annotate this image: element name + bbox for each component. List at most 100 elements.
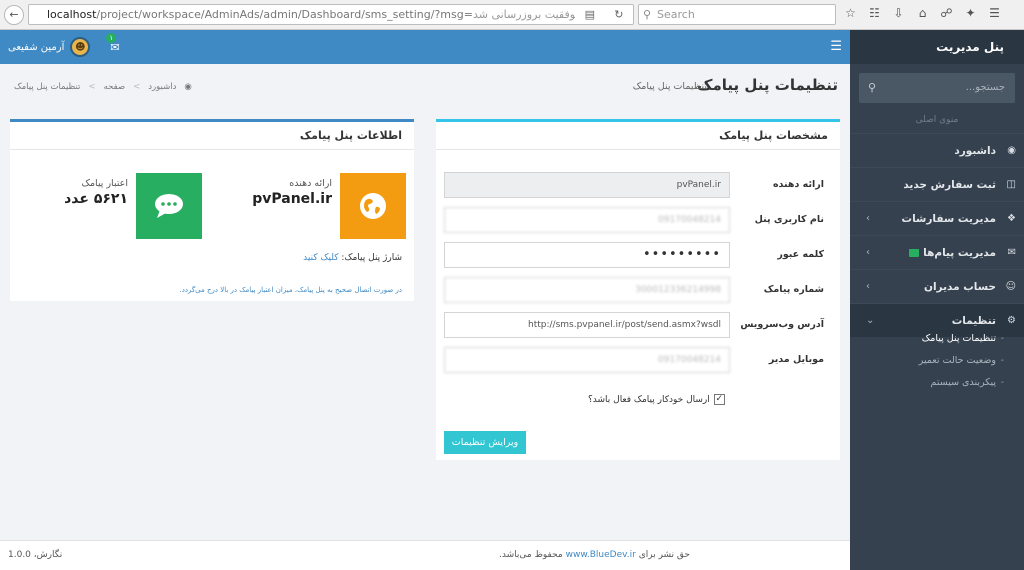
sms-number-field-row: شماره پیامک 300012336214998 xyxy=(444,277,832,303)
download-icon[interactable]: ⇩ xyxy=(890,5,907,22)
sidebar-search-input[interactable]: جستجو... ⚲ xyxy=(859,73,1015,103)
save-settings-button[interactable]: ویرایش تنظیمات xyxy=(444,431,526,454)
charge-link[interactable]: کلیک کنید xyxy=(303,253,338,263)
sidebar-search-placeholder: جستجو... xyxy=(965,82,1005,93)
provider-field: pvPanel.ir xyxy=(444,172,730,198)
sidebar-item-label: مدیریت سفارشات xyxy=(901,213,996,225)
sidebar-item-label: مدیریت پیام‌ها xyxy=(923,247,996,259)
sidebar-item-label: حساب مدیران xyxy=(923,281,996,293)
breadcrumb-separator: > xyxy=(133,82,141,92)
breadcrumb-item[interactable]: داشبورد xyxy=(148,82,176,92)
chevron-left-icon: › xyxy=(866,213,870,224)
sidebar-section-label: منوی اصلی xyxy=(915,115,959,125)
user-name: آرمین شفیعی xyxy=(8,41,65,53)
webservice-url-field[interactable]: http://sms.pvpanel.ir/post/send.asmx?wsd… xyxy=(444,312,730,338)
sidebar-item-dashboard[interactable]: ◉ داشبورد xyxy=(850,133,1024,167)
sidebar-subitem-label: تنظیمات پنل پیامک xyxy=(921,333,996,344)
panel-title: اطلاعات پنل پیامک xyxy=(10,122,414,150)
dashboard-icon: ◉ xyxy=(184,82,192,92)
bookmark-star-icon[interactable]: ☆ xyxy=(842,5,859,22)
search-icon: ⚲ xyxy=(643,8,652,21)
sidebar-subitem-sms-settings[interactable]: - تنظیمات پنل پیامک xyxy=(850,328,1024,350)
reading-list-icon[interactable]: ☷ xyxy=(866,5,883,22)
username-field[interactable]: 09170048214 xyxy=(444,207,730,233)
breadcrumb-item: تنظیمات پنل پیامک xyxy=(14,82,81,92)
provider-stat: ارائه دهنده pvPanel.ir xyxy=(224,173,406,239)
copyright: حق نشر برای www.BlueDev.ir محفوظ می‌باشد… xyxy=(499,541,690,569)
sms-number-field[interactable]: 300012336214998 xyxy=(444,277,730,303)
sidebar-item-label: داشبورد xyxy=(954,145,996,157)
mail-badge: ۱ xyxy=(106,32,117,43)
bullet-icon: - xyxy=(1000,355,1004,366)
page-subtitle: تنظیمات پنل پیامک xyxy=(632,81,707,92)
sidebar-subitem-label: پیکربندی سیستم xyxy=(930,377,996,388)
breadcrumb-separator: > xyxy=(88,82,96,92)
sidebar-item-messages[interactable]: ✉ مدیریت پیام‌ها › xyxy=(850,235,1024,269)
field-label: آدرس وب‌سرویس xyxy=(740,319,824,330)
chat-icon xyxy=(155,194,183,218)
back-button[interactable]: ← xyxy=(4,5,24,25)
page-header: تنظیمات پنل پیامک تنظیمات پنل پیامک ◉ دا… xyxy=(0,70,850,104)
bullet-icon: - xyxy=(1000,377,1004,388)
extension-icon[interactable]: ✦ xyxy=(962,5,979,22)
field-label: نام کاربری پنل xyxy=(754,214,824,225)
sidebar-subitem-system-config[interactable]: - پیکربندی سیستم xyxy=(850,372,1024,394)
reload-icon[interactable]: ↻ xyxy=(614,5,623,24)
browser-search-input[interactable]: ⚲ Search xyxy=(638,4,836,25)
provider-field-row: ارائه دهنده pvPanel.ir xyxy=(444,172,832,198)
copyright-text: حق نشر برای xyxy=(638,550,690,560)
sidebar-subitem-maintenance[interactable]: - وضعیت حالت تعمیر xyxy=(850,350,1024,372)
menu-icon[interactable]: ☰ xyxy=(986,5,1003,22)
breadcrumb: ◉ داشبورد > صفحه > تنظیمات پنل پیامک xyxy=(14,82,192,92)
mail-icon[interactable]: ✉ ۱ xyxy=(106,32,120,54)
sidebar-item-new-order[interactable]: ◫ ثبت سفارش جدید xyxy=(850,167,1024,201)
provider-caption: ارائه دهنده xyxy=(289,178,332,189)
password-field[interactable]: ••••••••• xyxy=(444,242,730,268)
field-label: شماره پیامک xyxy=(763,284,824,295)
panel-title: مشخصات پنل پیامک xyxy=(436,122,840,150)
top-navbar: ☰ آرمین شفیعی ☻ ✉ ۱ xyxy=(0,30,850,64)
field-label: کلمه عبور xyxy=(777,249,824,260)
browser-search-placeholder: Search xyxy=(657,8,695,21)
browser-toolbar: ← localhost/project/workspace/AdminAds/a… xyxy=(0,0,1024,30)
user-menu[interactable]: آرمین شفیعی ☻ ✉ ۱ xyxy=(8,30,120,64)
username-field-row: نام کاربری پنل 09170048214 xyxy=(444,207,832,233)
admin-mobile-field[interactable]: 09170048214 xyxy=(444,347,730,373)
provider-value: pvPanel.ir xyxy=(252,191,332,207)
chevron-left-icon: › xyxy=(866,247,870,258)
admin-mobile-field-row: موبایل مدیر 09170048214 xyxy=(444,347,832,373)
dashboard-icon: ◉ xyxy=(1007,145,1016,156)
sms-settings-form-panel: مشخصات پنل پیامک ارائه دهنده pvPanel.ir … xyxy=(436,119,840,460)
credit-stat-text: اعتبار پیامک ۵۶۲۱ عدد xyxy=(64,178,128,207)
sidebar-item-admins[interactable]: ☺ حساب مدیران › xyxy=(850,269,1024,303)
field-label: ارائه دهنده xyxy=(772,179,824,190)
sidebar-item-label: ثبت سفارش جدید xyxy=(903,179,996,191)
globe-icon xyxy=(360,193,386,219)
credit-caption: اعتبار پیامک xyxy=(81,178,128,189)
address-bar[interactable]: localhost/project/workspace/AdminAds/adm… xyxy=(28,4,634,25)
sidebar-item-orders[interactable]: ❖ مدیریت سفارشات › xyxy=(850,201,1024,235)
avatar[interactable]: ☻ xyxy=(70,37,91,57)
provider-stat-text: ارائه دهنده pvPanel.ir xyxy=(252,178,332,207)
auto-sms-checkbox-row: ✓ ارسال خودکار پیامک فعال باشد؟ xyxy=(588,394,725,405)
breadcrumb-item[interactable]: صفحه xyxy=(104,82,126,92)
copyright-suffix: محفوظ می‌باشد. xyxy=(499,550,563,560)
url-actions: ▤ ↻ xyxy=(575,5,633,24)
sidebar: پنل مدیریت جستجو... ⚲ منوی اصلی ◉ داشبور… xyxy=(850,30,1024,570)
brand-title[interactable]: پنل مدیریت xyxy=(850,30,1024,64)
charge-text: شارژ پنل پیامک: xyxy=(341,253,402,263)
cubes-icon: ❖ xyxy=(1007,213,1016,224)
field-label: موبایل مدیر xyxy=(768,354,824,365)
chevron-left-icon: › xyxy=(866,281,870,292)
copyright-link[interactable]: www.BlueDev.ir xyxy=(566,550,636,560)
charge-line: شارژ پنل پیامک: کلیک کنید xyxy=(303,253,402,263)
envelope-icon: ✉ xyxy=(1007,247,1016,258)
pocket-icon[interactable]: ☍ xyxy=(938,5,955,22)
reader-view-icon[interactable]: ▤ xyxy=(585,5,595,24)
auto-sms-checkbox[interactable]: ✓ xyxy=(713,394,725,405)
cart-icon: ◫ xyxy=(1006,179,1016,190)
search-icon[interactable]: ⚲ xyxy=(868,73,876,103)
sidebar-toggle-icon[interactable]: ☰ xyxy=(830,30,842,64)
auto-sms-label[interactable]: ارسال خودکار پیامک فعال باشد؟ xyxy=(588,395,710,405)
home-icon[interactable]: ⌂ xyxy=(914,5,931,22)
